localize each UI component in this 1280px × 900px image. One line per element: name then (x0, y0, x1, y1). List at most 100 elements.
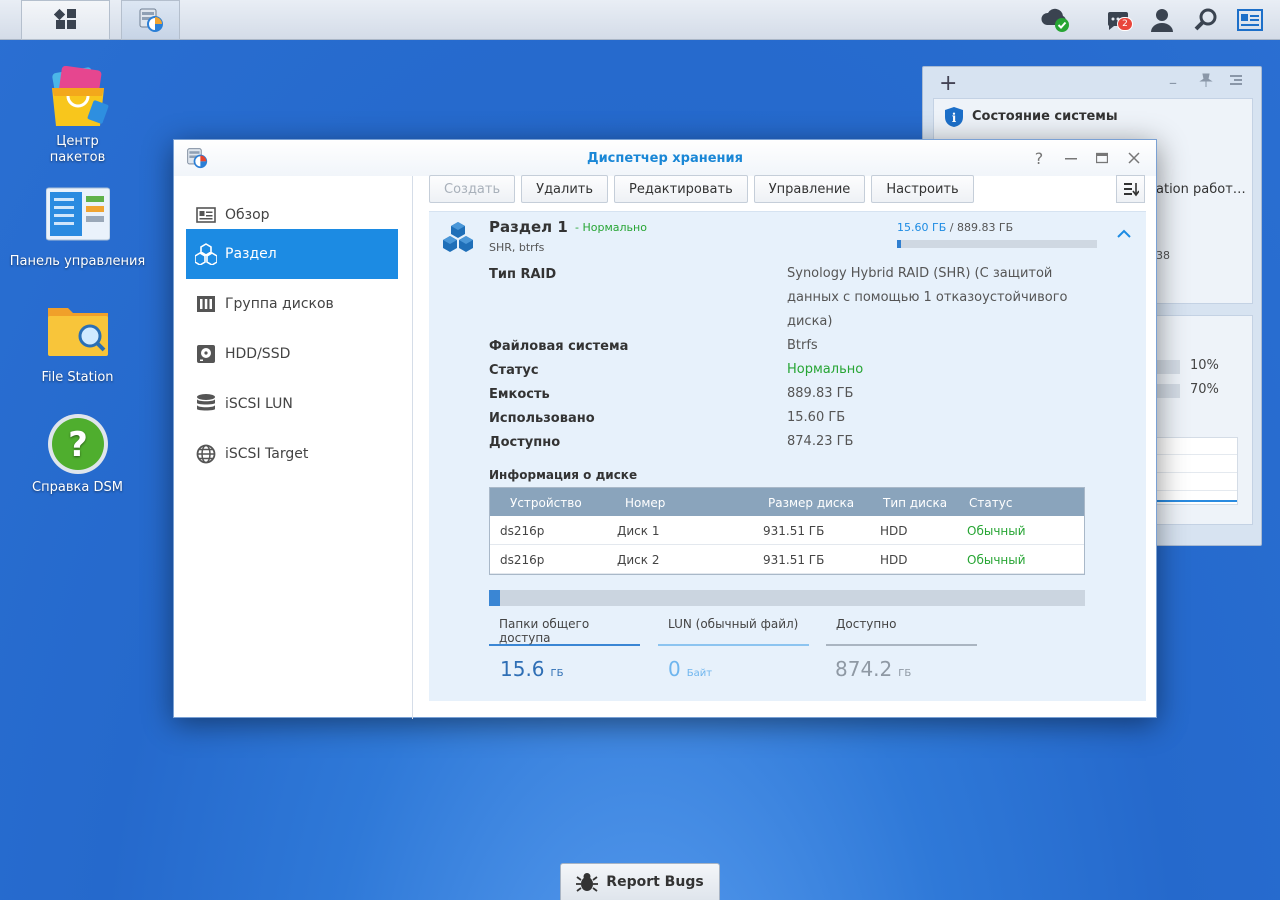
minimize-button[interactable] (1061, 148, 1081, 168)
desktop-icon-label: Панель управления (9, 254, 146, 269)
sidebar-item-iscsi-lun[interactable]: iSCSI LUN (186, 379, 398, 429)
column-header[interactable]: Статус (969, 496, 1012, 510)
search-button[interactable] (1189, 5, 1223, 35)
cell-device: ds216p (500, 524, 545, 538)
sidebar-item-label: Группа дисков (225, 296, 334, 312)
disk-info-title: Информация о диске (489, 468, 638, 482)
minimize-icon (1065, 158, 1077, 160)
pin-icon[interactable] (1199, 73, 1213, 91)
stat-number: 0 (668, 657, 681, 681)
toolbar: Создать Удалить Редактировать Управление… (429, 175, 974, 203)
disk-table-header: Устройство Номер Размер диска Тип диска … (490, 488, 1084, 516)
widget-menu-icon[interactable] (1229, 73, 1243, 91)
widget-status-text: ation работ… (1156, 182, 1246, 197)
cell-number: Диск 2 (617, 553, 660, 567)
svg-text:i: i (952, 111, 957, 125)
notifications-button[interactable]: 2 (1101, 5, 1135, 35)
detail-value-used: 15.60 ГБ (787, 410, 846, 425)
widgets-button[interactable] (1233, 5, 1267, 35)
cloud-sync-button[interactable] (1038, 5, 1072, 35)
bug-icon (576, 873, 599, 892)
volume-icon (441, 220, 475, 258)
desktop-icon-file-station[interactable]: File Station (0, 302, 155, 386)
iscsi-lun-icon (195, 393, 217, 415)
detail-value-raid: Synology Hybrid RAID (SHR) (С защитой да… (787, 266, 1068, 329)
desktop-icon-dsm-help[interactable]: ? Справка DSM (0, 412, 155, 496)
hdd-icon (195, 343, 217, 365)
taskbar-storage-manager-button[interactable] (121, 0, 180, 40)
delete-button[interactable]: Удалить (521, 175, 609, 203)
disk-group-icon (195, 293, 217, 315)
sidebar-item-volume[interactable]: Раздел (186, 229, 398, 279)
stat-tab-lun[interactable]: LUN (обычный файл) (658, 617, 809, 646)
stat-number: 15.6 (500, 657, 545, 681)
column-header[interactable]: Тип диска (883, 496, 947, 510)
widget-info-text: 38 (1156, 249, 1170, 262)
stat-tab-shared-folders[interactable]: Папки общего доступа (489, 617, 640, 646)
desktop-icon-package-center[interactable]: Центр пакетов (0, 65, 155, 166)
sidebar-item-label: iSCSI LUN (225, 396, 293, 412)
notification-badge: 2 (1117, 17, 1133, 31)
sidebar-item-iscsi-target[interactable]: iSCSI Target (186, 429, 398, 479)
column-header[interactable]: Устройство (510, 496, 582, 510)
main-menu-icon (53, 8, 76, 29)
collapse-button[interactable] (1117, 228, 1131, 243)
usage-breakdown-fill (489, 590, 500, 606)
cell-size: 931.51 ГБ (763, 553, 825, 567)
stat-label: LUN (обычный файл) (668, 617, 799, 631)
volume-usage-text: 15.60 ГБ / 889.83 ГБ (897, 221, 1013, 234)
dashboard-icon (1237, 9, 1263, 31)
report-bugs-button[interactable]: Report Bugs (560, 863, 720, 900)
sidebar-item-label: Обзор (225, 207, 270, 223)
volume-total: / 889.83 ГБ (946, 221, 1014, 234)
help-button[interactable]: ? (1029, 148, 1049, 168)
help-icon: ? (1034, 148, 1044, 168)
detail-label-raid: Тип RAID (489, 267, 557, 282)
table-row[interactable]: ds216p Диск 1 931.51 ГБ HDD Обычный (490, 516, 1084, 545)
sidebar-item-hdd-ssd[interactable]: HDD/SSD (186, 329, 398, 379)
stat-label: Папки общего доступа (499, 617, 590, 645)
sidebar-item-label: iSCSI Target (225, 446, 309, 462)
volume-panel: Раздел 1 - Нормально SHR, btrfs 15.60 ГБ… (429, 211, 1146, 701)
widget-title: Состояние системы (972, 109, 1118, 124)
sort-icon (1123, 183, 1139, 197)
disk-table: Устройство Номер Размер диска Тип диска … (489, 487, 1085, 575)
desktop-icon-label: Справка DSM (32, 480, 123, 495)
cell-device: ds216p (500, 553, 545, 567)
info-shield-icon: i (944, 107, 964, 127)
volume-icon (195, 243, 217, 265)
sidebar-item-disk-group[interactable]: Группа дисков (186, 279, 398, 329)
maximize-icon (1096, 152, 1108, 164)
main-menu-button[interactable] (21, 0, 110, 40)
sidebar-item-label: HDD/SSD (225, 346, 291, 362)
column-header[interactable]: Номер (625, 496, 665, 510)
create-button[interactable]: Создать (429, 175, 516, 203)
cell-status: Обычный (967, 553, 1026, 567)
minimize-icon[interactable]: – (1169, 73, 1177, 92)
sort-button[interactable] (1116, 175, 1145, 203)
add-widget-icon[interactable]: + (939, 71, 957, 96)
detail-value-capacity: 889.83 ГБ (787, 386, 854, 401)
maximize-button[interactable] (1092, 148, 1112, 168)
table-row[interactable]: ds216p Диск 2 931.51 ГБ HDD Обычный (490, 545, 1084, 574)
search-icon (1194, 8, 1217, 31)
stat-tab-available[interactable]: Доступно (826, 617, 977, 646)
close-button[interactable] (1124, 148, 1144, 168)
manage-button[interactable]: Управление (753, 175, 866, 203)
edit-button[interactable]: Редактировать (614, 175, 748, 203)
detail-value-available: 874.23 ГБ (787, 434, 854, 449)
volume-usage-fill (897, 240, 901, 248)
column-header[interactable]: Размер диска (768, 496, 854, 510)
cpu-value: 10% (1190, 358, 1219, 373)
desktop-icon-control-panel[interactable]: Панель управления (0, 186, 155, 270)
sidebar: Обзор Раздел Группа дисков HDD/SSD iSCSI… (174, 176, 413, 719)
volume-status: - Нормально (575, 221, 647, 234)
overview-icon (195, 204, 217, 226)
configure-button[interactable]: Настроить (871, 175, 974, 203)
report-bugs-label: Report Bugs (606, 874, 704, 890)
detail-label-available: Доступно (489, 435, 561, 450)
user-button[interactable] (1145, 5, 1179, 35)
window-titlebar[interactable]: Диспетчер хранения ? (174, 140, 1156, 176)
cell-status: Обычный (967, 524, 1026, 538)
cell-size: 931.51 ГБ (763, 524, 825, 538)
